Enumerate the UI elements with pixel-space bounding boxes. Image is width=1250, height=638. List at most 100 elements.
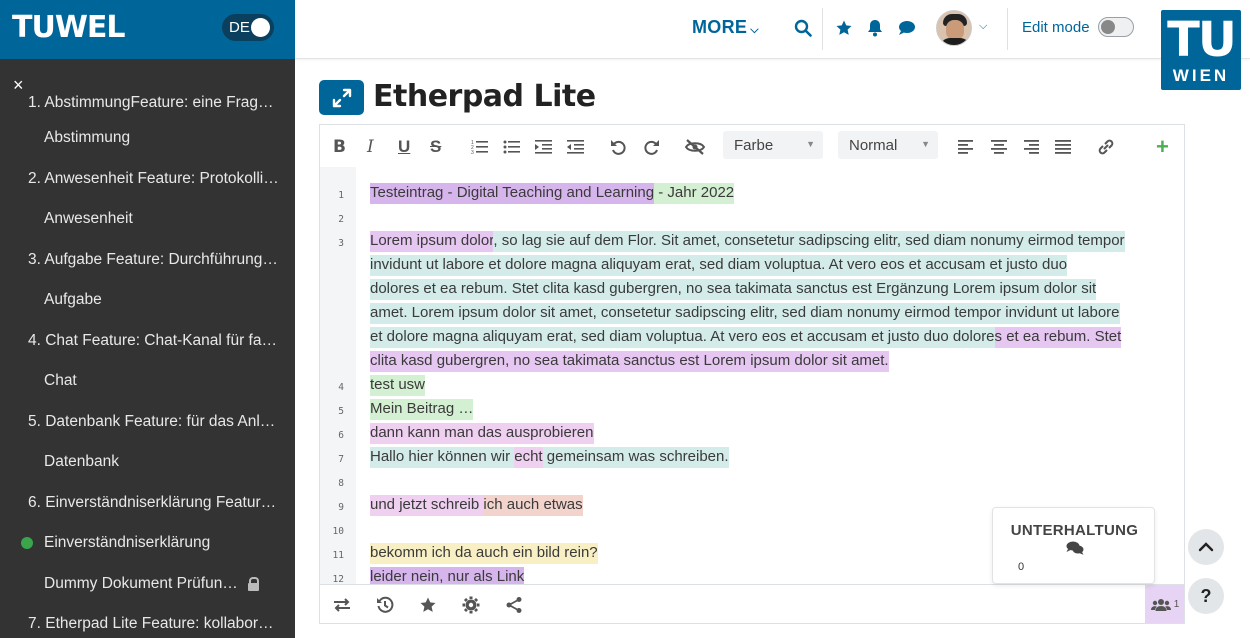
fullscreen-button[interactable]: [319, 80, 364, 115]
save-revision-button[interactable]: [419, 596, 437, 614]
lock-icon: [247, 577, 259, 592]
unordered-list-button[interactable]: [503, 137, 521, 157]
redo-button[interactable]: [642, 137, 660, 157]
chevron-down-icon: ▼: [921, 139, 930, 149]
line-number: 8: [338, 478, 344, 489]
pad-line[interactable]: Hallo hier können wir echt gemeinsam was…: [370, 445, 1170, 469]
italic-button[interactable]: I: [367, 137, 374, 157]
top-navbar: MORE ⌵ ⌵ Edit mode TU WIEN: [295, 0, 1250, 90]
expand-icon: [332, 88, 351, 107]
sidebar-activity-link[interactable]: Chat: [0, 361, 295, 402]
line-number: 10: [332, 526, 344, 537]
chat-panel[interactable]: UNTERHALTUNG 0: [992, 507, 1155, 584]
more-menu[interactable]: MORE ⌵: [692, 17, 759, 38]
bold-button[interactable]: B: [333, 137, 346, 157]
close-icon[interactable]: ×: [13, 75, 24, 96]
edit-mode-knob: [1101, 20, 1115, 34]
pad-line[interactable]: dolores et ea rebum. Stet clita kasd gub…: [370, 277, 1170, 301]
pad-line[interactable]: invidunt ut labore et dolore magna aliqu…: [370, 253, 1170, 277]
align-justify-button[interactable]: [1055, 137, 1071, 157]
pad-line[interactable]: Mein Beitrag …: [370, 397, 1170, 421]
header-divider: [1007, 8, 1008, 50]
messages-icon[interactable]: [895, 16, 919, 40]
font-color-select[interactable]: Farbe ▼: [723, 131, 823, 159]
indent-icon: [535, 140, 552, 154]
align-right-button[interactable]: [1023, 137, 1039, 157]
line-number-gutter: 1 2 3 4 5 6 7 8 9 10 11 12: [320, 167, 356, 584]
add-plugin-plus-icon[interactable]: +: [1156, 134, 1169, 160]
indent-button[interactable]: [535, 137, 553, 157]
tu-wien-logo[interactable]: TU WIEN: [1161, 10, 1241, 90]
insert-link-button[interactable]: [1097, 137, 1115, 157]
line-number: 4: [338, 382, 344, 393]
author-text-segment: - Jahr 2022: [654, 183, 735, 204]
sidebar-section-link[interactable]: 7. Etherpad Lite Feature: kollabor…: [0, 604, 295, 638]
sidebar-section-link[interactable]: 2. Anwesenheit Feature: Protokolli…: [0, 159, 295, 200]
underline-button[interactable]: U: [398, 137, 410, 157]
star-icon[interactable]: [832, 16, 856, 40]
heading-style-select[interactable]: Normal ▼: [838, 131, 938, 159]
pad-line[interactable]: et dolore magna aliquyam erat, sed diam …: [370, 325, 1170, 349]
settings-button[interactable]: [462, 596, 480, 614]
search-icon[interactable]: [791, 16, 815, 40]
sidebar-activity-link[interactable]: Abstimmung: [0, 118, 295, 159]
author-text-segment: s et ea rebum. Stet: [994, 327, 1122, 348]
clear-authorship-button[interactable]: [684, 137, 706, 157]
scroll-to-top-button[interactable]: [1188, 529, 1224, 565]
gear-icon: [462, 596, 480, 614]
language-toggle[interactable]: DE: [222, 14, 274, 41]
sidebar-activity-link[interactable]: Anwesenheit: [0, 199, 295, 240]
ordered-list-button[interactable]: 123: [471, 137, 489, 157]
pad-toolbar: B I U S 123 Farbe ▼ Normal ▼ +: [320, 125, 1184, 167]
chevron-down-icon: ▼: [806, 139, 815, 149]
sidebar-section-link[interactable]: 4. Chat Feature: Chat-Kanal für fa…: [0, 321, 295, 362]
chat-bubbles-icon: [1066, 541, 1084, 560]
sidebar-activity-link[interactable]: Dummy Dokument Prüfun…: [0, 564, 295, 605]
pad-line[interactable]: Lorem ipsum dolor, so lag sie auf dem Fl…: [370, 229, 1170, 253]
sidebar-activity-link[interactable]: Einverständniserklärung: [0, 523, 295, 564]
user-menu-chevron-icon[interactable]: ⌵: [979, 20, 987, 33]
eye-slash-icon: [684, 139, 706, 155]
line-number: 2: [338, 214, 344, 225]
edit-mode-toggle[interactable]: [1098, 17, 1134, 37]
svg-text:3: 3: [471, 150, 474, 155]
help-button[interactable]: ?: [1188, 578, 1224, 614]
sidebar-item-label: Chat: [44, 372, 77, 390]
line-number: 7: [338, 454, 344, 465]
users-button[interactable]: 1: [1145, 585, 1184, 623]
pad-line[interactable]: amet. Lorem ipsum dolor sit amet, conset…: [370, 301, 1170, 325]
author-text-segment: ich auch etwas: [483, 495, 583, 516]
pad-line[interactable]: test usw: [370, 373, 1170, 397]
align-left-button[interactable]: [958, 137, 974, 157]
author-text-segment: Mein Bei: [370, 399, 429, 420]
author-text-segment: test usw: [370, 375, 426, 396]
import-export-button[interactable]: [333, 596, 351, 614]
pad-line[interactable]: Testeintrag - Digital Teaching and Learn…: [370, 181, 1170, 205]
pad-line[interactable]: clita kasd gubergren, no sea takimata sa…: [370, 349, 1170, 373]
strikethrough-button[interactable]: S: [430, 137, 441, 157]
author-text-segment: trag …: [428, 399, 474, 420]
author-text-segment: und jetzt schreib: [370, 495, 484, 516]
author-text-segment: , so lag sie auf dem Flor. Sit amet, con…: [493, 231, 1125, 252]
sidebar-activity-link[interactable]: Aufgabe: [0, 280, 295, 321]
bullet-list-icon: [503, 140, 520, 154]
sidebar-item-label: Datenbank: [44, 453, 119, 471]
outdent-button[interactable]: [567, 137, 585, 157]
history-icon: [377, 596, 394, 613]
undo-button[interactable]: [610, 137, 628, 157]
sidebar-section-link[interactable]: 5. Datenbank Feature: für das Anl…: [0, 402, 295, 443]
user-avatar[interactable]: [936, 10, 972, 46]
redo-icon: [644, 140, 659, 155]
tuwel-logo[interactable]: TUWEL: [12, 10, 126, 45]
line-number: 5: [338, 406, 344, 417]
timeslider-button[interactable]: [376, 596, 394, 614]
sidebar-section-link[interactable]: 6. Einverständniserklärung Featur…: [0, 483, 295, 524]
bell-icon[interactable]: [863, 16, 887, 40]
pad-line[interactable]: dann kann man das ausprobieren: [370, 421, 1170, 445]
edit-mode-label: Edit mode: [1022, 19, 1090, 36]
share-button[interactable]: [505, 596, 523, 614]
sidebar-activity-link[interactable]: Datenbank: [0, 442, 295, 483]
sidebar-section-link[interactable]: 1. AbstimmungFeature: eine Frag…: [0, 94, 295, 118]
sidebar-section-link[interactable]: 3. Aufgabe Feature: Durchführung…: [0, 240, 295, 281]
align-center-button[interactable]: [991, 137, 1007, 157]
